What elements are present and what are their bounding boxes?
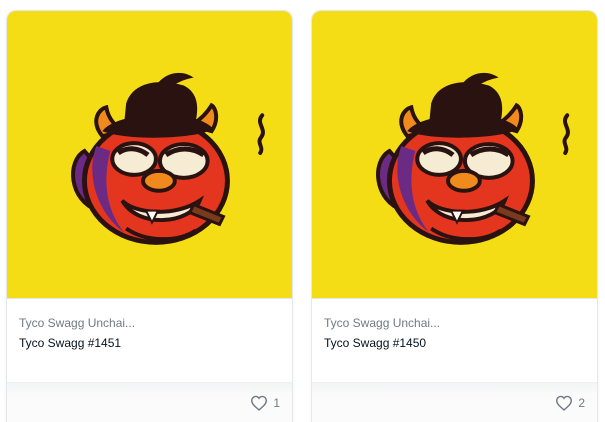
collection-name[interactable]: Tyco Swagg Unchai... xyxy=(19,316,135,330)
like-count: 1 xyxy=(273,396,280,410)
nft-image[interactable] xyxy=(7,11,292,298)
heart-icon xyxy=(251,395,268,411)
devil-character-illustration xyxy=(7,11,292,298)
like-count: 2 xyxy=(578,396,585,410)
item-name: Tyco Swagg #1451 xyxy=(19,336,122,350)
heart-icon xyxy=(556,395,573,411)
card-footer: 1 xyxy=(7,382,292,422)
devil-character-illustration xyxy=(312,11,597,298)
card-info: Tyco Swagg Unchai... Tyco Swagg #1450 xyxy=(312,298,597,381)
card-footer: 2 xyxy=(312,382,597,422)
collection-name[interactable]: Tyco Swagg Unchai... xyxy=(324,316,440,330)
nft-card[interactable]: Tyco Swagg Unchai... Tyco Swagg #1450 2 xyxy=(311,10,598,422)
nft-grid: Tyco Swagg Unchai... Tyco Swagg #1451 1 … xyxy=(0,0,605,422)
like-button[interactable]: 1 xyxy=(250,395,280,411)
like-button[interactable]: 2 xyxy=(555,395,585,411)
nft-image[interactable] xyxy=(312,11,597,298)
nft-card[interactable]: Tyco Swagg Unchai... Tyco Swagg #1451 1 xyxy=(6,10,293,422)
card-info: Tyco Swagg Unchai... Tyco Swagg #1451 xyxy=(7,298,292,381)
item-name: Tyco Swagg #1450 xyxy=(324,336,427,350)
